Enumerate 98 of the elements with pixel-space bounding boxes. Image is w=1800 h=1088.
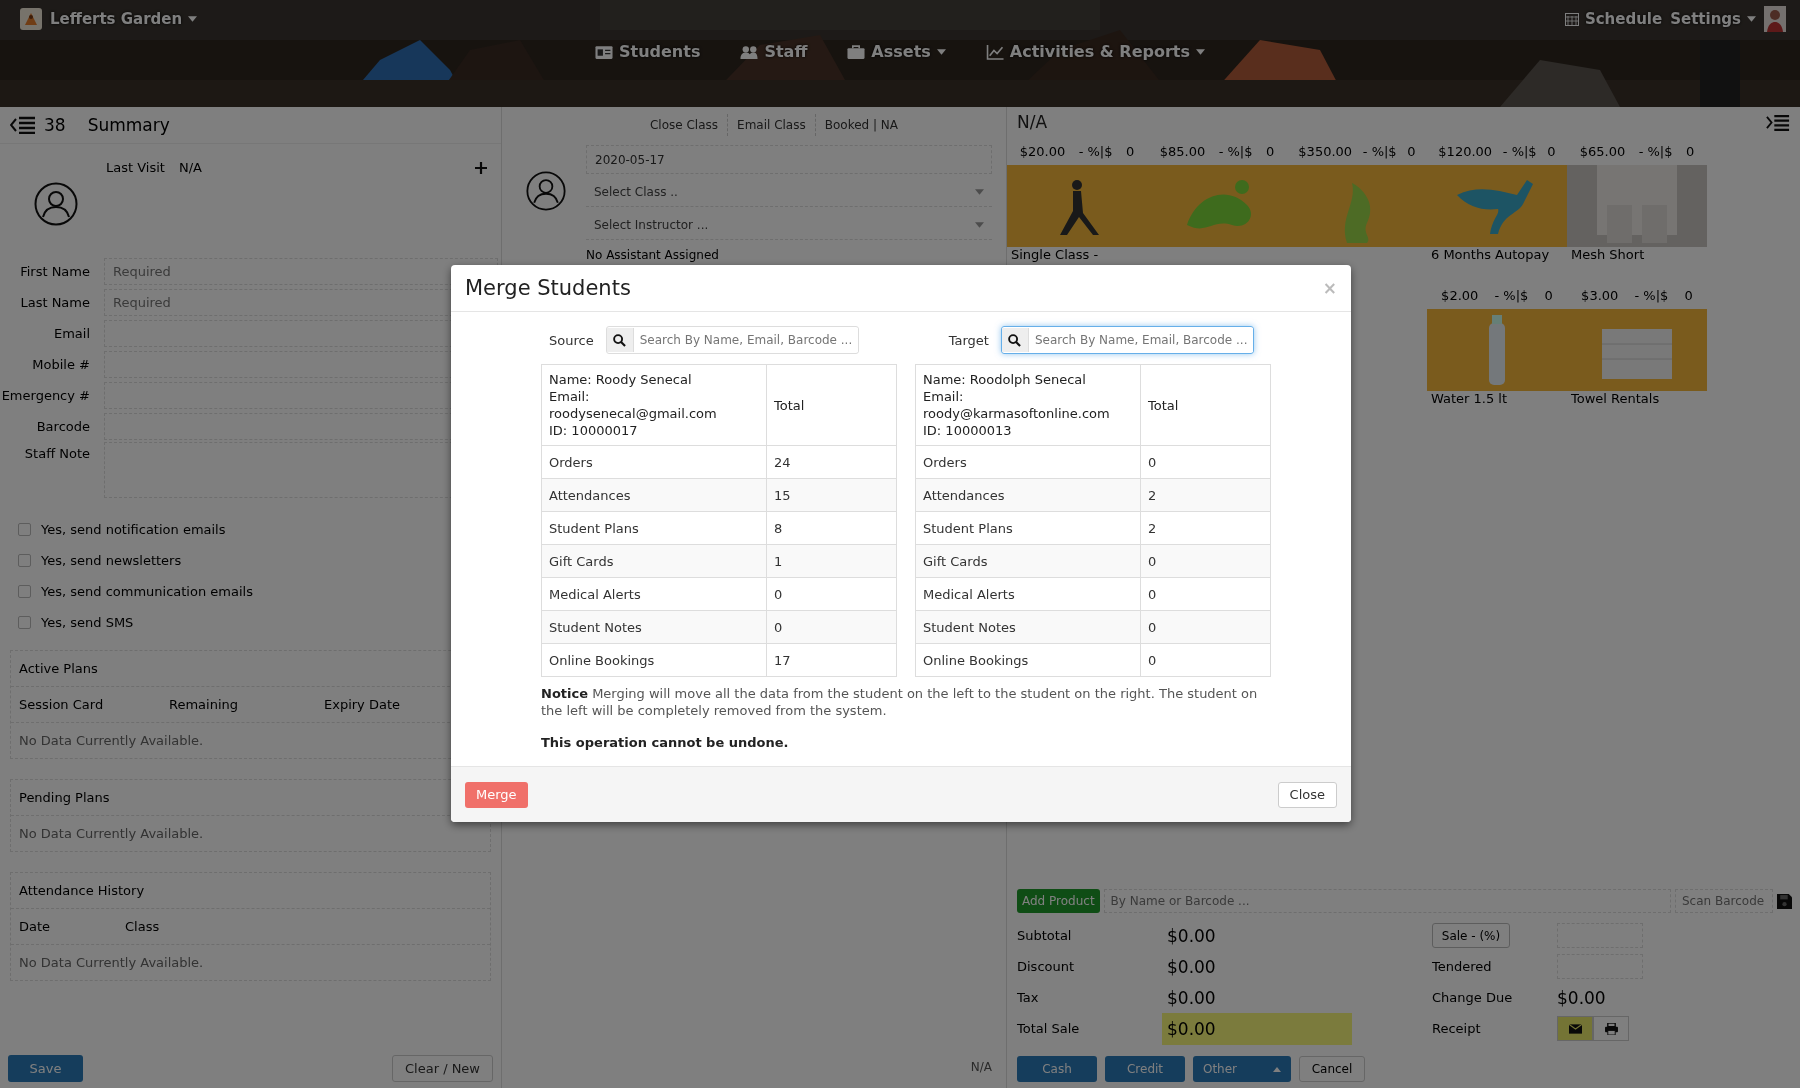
- column-header: Total: [774, 397, 805, 413]
- product-name: Towel Rentals: [1571, 391, 1660, 406]
- total-label: Tendered: [1432, 959, 1493, 974]
- checkbox-label: Yes, send communication emails: [41, 584, 253, 599]
- table-cell: 2: [1140, 511, 1271, 545]
- table-cell: Student Notes: [541, 610, 767, 644]
- total-label: Discount: [1017, 959, 1076, 974]
- search-label: Source: [549, 332, 594, 348]
- table-cell: Student Plans: [541, 511, 767, 545]
- total-label: Tax: [1017, 990, 1040, 1005]
- student-info: ID: 10000017: [549, 422, 639, 439]
- table-cell: 1: [766, 544, 897, 578]
- table-cell: 24: [766, 445, 897, 479]
- table-cell: 0: [1140, 610, 1271, 644]
- product-count: 0: [1547, 143, 1556, 159]
- total-value: $0.00: [1167, 987, 1217, 1008]
- table-cell: 0: [1140, 544, 1271, 578]
- field-label: Email: [52, 326, 91, 341]
- product-count: 0: [1544, 287, 1553, 303]
- product-name: 6 Months Autopay: [1431, 247, 1550, 262]
- empty-message: No Data Currently Available.: [18, 825, 205, 843]
- assistant-text: No Assistant Assigned: [586, 247, 720, 262]
- total-value: $0.00: [1162, 1012, 1352, 1045]
- column-header: Remaining: [169, 697, 240, 712]
- checkbox-label: Yes, send notification emails: [41, 522, 226, 537]
- field-label: Barcode: [35, 419, 91, 434]
- product-price: $20.00: [1019, 143, 1066, 159]
- total-label: Total Sale: [1017, 1021, 1081, 1036]
- total-label: Receipt: [1432, 1021, 1482, 1036]
- student-info: ID: 10000013: [923, 422, 1013, 439]
- table-cell: 0: [766, 577, 897, 611]
- table-cell: Medical Alerts: [541, 577, 767, 611]
- field-label: Last Visit: [106, 160, 165, 177]
- panel-title: N/A: [1017, 112, 1048, 132]
- product-count: 0: [1684, 287, 1693, 303]
- student-count: 38: [44, 115, 66, 135]
- table-cell: Student Notes: [915, 610, 1141, 644]
- table-cell: 0: [1140, 643, 1271, 677]
- column-header: Total: [1148, 397, 1179, 413]
- table-cell: Orders: [541, 445, 767, 479]
- table-cell: Student Plans: [915, 511, 1141, 545]
- total-label: Change Due: [1432, 990, 1514, 1005]
- product-name: Mesh Short: [1571, 247, 1645, 262]
- product-count: 0: [1265, 143, 1275, 159]
- table-cell: Gift Cards: [915, 544, 1141, 578]
- field-label: Staff Note: [23, 445, 91, 461]
- product-price: $3.00: [1581, 287, 1619, 303]
- table-cell: Attendances: [915, 478, 1141, 512]
- change-value: $0.00: [1557, 987, 1607, 1008]
- product-name: Water 1.5 lt: [1431, 391, 1508, 406]
- table-cell: 0: [766, 610, 897, 644]
- section-title: Attendance History: [11, 873, 490, 909]
- column-header: Session Card: [19, 697, 105, 712]
- notice-text: Notice Merging will move all the data from the student on the left to the student on the right. The student on the left will be completely removed from the system.: [541, 685, 1259, 719]
- last-visit-value: N/A: [178, 160, 202, 177]
- product-price: $2.00: [1441, 287, 1479, 303]
- checkbox-label: Yes, send SMS: [41, 615, 134, 630]
- table-cell: 17: [766, 643, 897, 677]
- table-cell: 2: [1140, 478, 1271, 512]
- warning-text: This operation cannot be undone.: [541, 735, 790, 750]
- student-info: Email: roody@karmasoftonline.com: [923, 388, 1111, 422]
- table-cell: Online Bookings: [541, 643, 767, 677]
- search-label: Target: [948, 332, 989, 348]
- product-count: 0: [1407, 143, 1416, 159]
- product-name: Single Class -: [1011, 247, 1099, 262]
- column-header: Class: [125, 919, 161, 934]
- checkbox-label: Yes, send newsletters: [41, 553, 182, 568]
- panel-title: Summary: [87, 115, 170, 135]
- student-info: Email: roodysenecal@gmail.com: [549, 388, 718, 422]
- total-value: $0.00: [1167, 925, 1217, 946]
- table-cell: Attendances: [541, 478, 767, 512]
- total-value: $0.00: [1167, 956, 1217, 977]
- column-header: Expiry Date: [324, 697, 401, 712]
- table-cell: Orders: [915, 445, 1141, 479]
- status-text: N/A: [969, 1060, 993, 1076]
- total-label: Subtotal: [1017, 928, 1073, 943]
- table-cell: 8: [766, 511, 897, 545]
- field-label: Emergency #: [0, 388, 91, 403]
- table-cell: Gift Cards: [541, 544, 767, 578]
- table-cell: 15: [766, 478, 897, 512]
- table-cell: Online Bookings: [915, 643, 1141, 677]
- product-price: $85.00: [1159, 143, 1206, 159]
- student-info: Name: Roody Senecal: [549, 371, 693, 388]
- field-label: First Name: [19, 264, 91, 279]
- empty-message: No Data Currently Available.: [18, 954, 205, 972]
- empty-message: No Data Currently Available.: [18, 732, 205, 750]
- product-count: 0: [1125, 143, 1135, 159]
- column-header: Date: [19, 919, 52, 934]
- product-price: $65.00: [1579, 143, 1626, 159]
- product-count: 0: [1685, 143, 1695, 159]
- product-price: $120.00: [1438, 143, 1493, 159]
- table-cell: 0: [1140, 577, 1271, 611]
- field-label: Last Name: [19, 295, 91, 310]
- field-label: Mobile #: [31, 357, 91, 372]
- product-price: $350.00: [1298, 143, 1353, 159]
- table-cell: Medical Alerts: [915, 577, 1141, 611]
- student-info: Name: Roodolph Senecal: [923, 371, 1087, 388]
- table-cell: 0: [1140, 445, 1271, 479]
